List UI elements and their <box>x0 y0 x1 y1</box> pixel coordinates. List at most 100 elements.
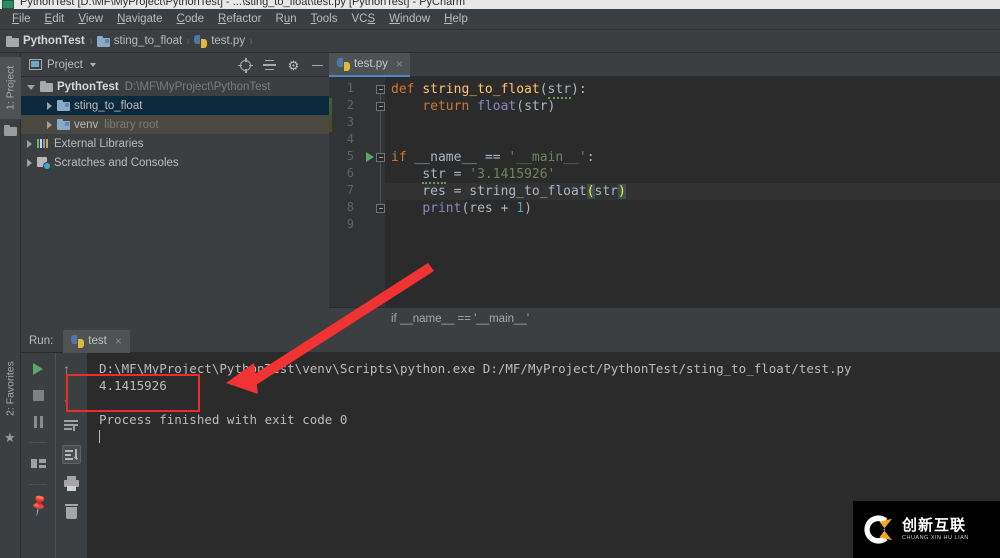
editor-breadcrumb: if __name__ == '__main__' <box>329 307 1000 330</box>
title-bar: PythonTest [D:\MF\MyProject\PythonTest] … <box>0 0 1000 9</box>
sidebar-tab-favorites[interactable]: 2: Favorites <box>0 353 21 425</box>
tree-item-scratches-and-consoles[interactable]: Scratches and Consoles <box>21 153 329 172</box>
menu-bar: File Edit View Navigate Code Refactor Run Tools… <box>0 9 1000 30</box>
folder-blue-icon <box>57 119 70 130</box>
fold-toggle-icon[interactable] <box>376 102 385 111</box>
run-tab-label: test <box>88 335 107 347</box>
pin-icon[interactable]: 📌 <box>26 493 51 518</box>
code-token: = <box>445 167 470 182</box>
scroll-to-end-icon[interactable] <box>62 445 81 464</box>
gutter-run-icon[interactable] <box>366 152 374 162</box>
star-icon: ★ <box>4 430 16 445</box>
menu-item-refactor[interactable]: Refactor <box>211 11 268 27</box>
folder-blue-icon <box>57 100 70 111</box>
tree-item-label: PythonTest <box>57 80 119 93</box>
run-tab-test[interactable]: test × <box>63 329 130 353</box>
project-panel-toolbar: ⚙ <box>238 53 325 77</box>
python-file-icon <box>71 334 85 348</box>
print-icon[interactable] <box>63 475 80 492</box>
code-token: string_to_float <box>422 82 540 97</box>
console-line: 4.1415926 <box>99 378 167 393</box>
left-tool-strip: 1: Project 2: Favorites ★ re <box>0 53 21 558</box>
stop-icon[interactable] <box>32 390 44 401</box>
chevron-down-icon[interactable] <box>27 85 35 90</box>
toolbar-divider <box>29 442 47 443</box>
menu-item-help[interactable]: Help <box>437 11 475 27</box>
soft-wrap-icon[interactable] <box>63 417 80 434</box>
close-icon[interactable]: × <box>115 335 122 347</box>
menu-item-view[interactable]: View <box>71 11 110 27</box>
code-token: ) <box>524 201 532 216</box>
code-token: print <box>422 201 462 216</box>
chevron-right-icon[interactable] <box>27 158 32 167</box>
code-token: ) <box>617 184 626 199</box>
code-token: (str) <box>516 99 556 114</box>
editor-tab-test-py[interactable]: test.py × <box>329 53 410 77</box>
line-number: 5 <box>346 149 354 163</box>
menu-item-vcs[interactable]: VCS <box>344 11 382 27</box>
window-title: PythonTest [D:\MF\MyProject\PythonTest] … <box>20 0 466 8</box>
fold-toggle-icon[interactable] <box>376 204 385 213</box>
chevron-right-icon[interactable] <box>47 120 52 129</box>
breadcrumb-pythontest[interactable]: PythonTest <box>6 35 85 47</box>
navigation-bar: PythonTest › sting_to_float › test.py › <box>0 30 1000 53</box>
console-caret <box>99 428 1000 445</box>
down-arrow-icon[interactable]: ↓ <box>63 389 80 406</box>
clear-all-trash-icon[interactable] <box>63 503 80 520</box>
code-token: (res + <box>461 201 517 216</box>
breadcrumb-test-py[interactable]: test.py <box>194 34 245 48</box>
tree-item-label: External Libraries <box>54 137 144 150</box>
watermark: 创新互联 CHUANG XIN HU LIAN <box>853 501 1000 558</box>
toolbar-divider <box>29 484 47 485</box>
code-token: == <box>484 150 509 165</box>
code-token: '__main__' <box>508 150 587 165</box>
menu-item-window[interactable]: Window <box>382 11 437 27</box>
tree-item-sting-to-float[interactable]: sting_to_float <box>21 96 329 115</box>
locate-target-icon[interactable] <box>238 57 253 73</box>
code-token: float <box>477 99 517 114</box>
close-icon[interactable]: × <box>396 58 403 70</box>
rerun-play-icon[interactable] <box>33 363 43 375</box>
code-token: str <box>547 82 572 99</box>
code-token: ): <box>571 82 587 97</box>
line-number: 2 <box>346 98 354 112</box>
line-number: 6 <box>346 166 354 180</box>
chevron-right-icon[interactable] <box>27 139 32 148</box>
menu-item-tools[interactable]: Tools <box>304 11 345 27</box>
menu-item-edit[interactable]: Edit <box>38 11 72 27</box>
breadcrumb-sting-to-float[interactable]: sting_to_float <box>96 35 183 47</box>
code-token: __name__ <box>414 150 485 165</box>
sidebar-tab-project[interactable]: 1: Project <box>0 57 21 119</box>
line-number: 4 <box>346 132 354 146</box>
tree-item-label: venv <box>74 118 99 131</box>
libraries-icon <box>37 138 50 149</box>
menu-item-navigate[interactable]: Navigate <box>110 11 169 27</box>
line-number: 3 <box>346 115 354 129</box>
tree-item-pythontest[interactable]: PythonTest D:\MF\MyProject\PythonTest <box>21 77 329 96</box>
python-file-icon <box>194 34 208 48</box>
line-number: 7 <box>346 183 354 197</box>
breadcrumb-label: sting_to_float <box>113 35 183 47</box>
pause-icon[interactable] <box>30 413 47 430</box>
settings-gear-icon[interactable]: ⚙ <box>286 58 301 73</box>
pycharm-window: PythonTest [D:\MF\MyProject\PythonTest] … <box>0 0 1000 558</box>
tree-item-venv[interactable]: venv library root <box>21 115 329 134</box>
chevron-down-icon[interactable] <box>89 62 96 67</box>
cx-circle-logo <box>862 513 895 546</box>
minimize-icon[interactable] <box>310 58 325 73</box>
code-text[interactable]: def string_to_float(str): return float(s… <box>385 77 1000 307</box>
chevron-right-icon[interactable] <box>47 101 52 110</box>
layout-icon[interactable] <box>30 455 47 472</box>
run-toolbar-right: ↑ ↓ <box>55 353 87 558</box>
fold-toggle-icon[interactable] <box>376 153 385 162</box>
code-line: if __name__ == '__main__': <box>391 149 595 166</box>
up-arrow-icon[interactable]: ↑ <box>63 361 80 378</box>
line-number: 8 <box>346 200 354 214</box>
tree-item-external-libraries[interactable]: External Libraries <box>21 134 329 153</box>
menu-item-file[interactable]: File <box>5 11 38 27</box>
menu-item-run[interactable]: Run <box>269 11 304 27</box>
menu-item-code[interactable]: Code <box>170 11 212 27</box>
collapse-all-icon[interactable] <box>262 58 277 73</box>
fold-toggle-icon[interactable] <box>376 85 385 94</box>
